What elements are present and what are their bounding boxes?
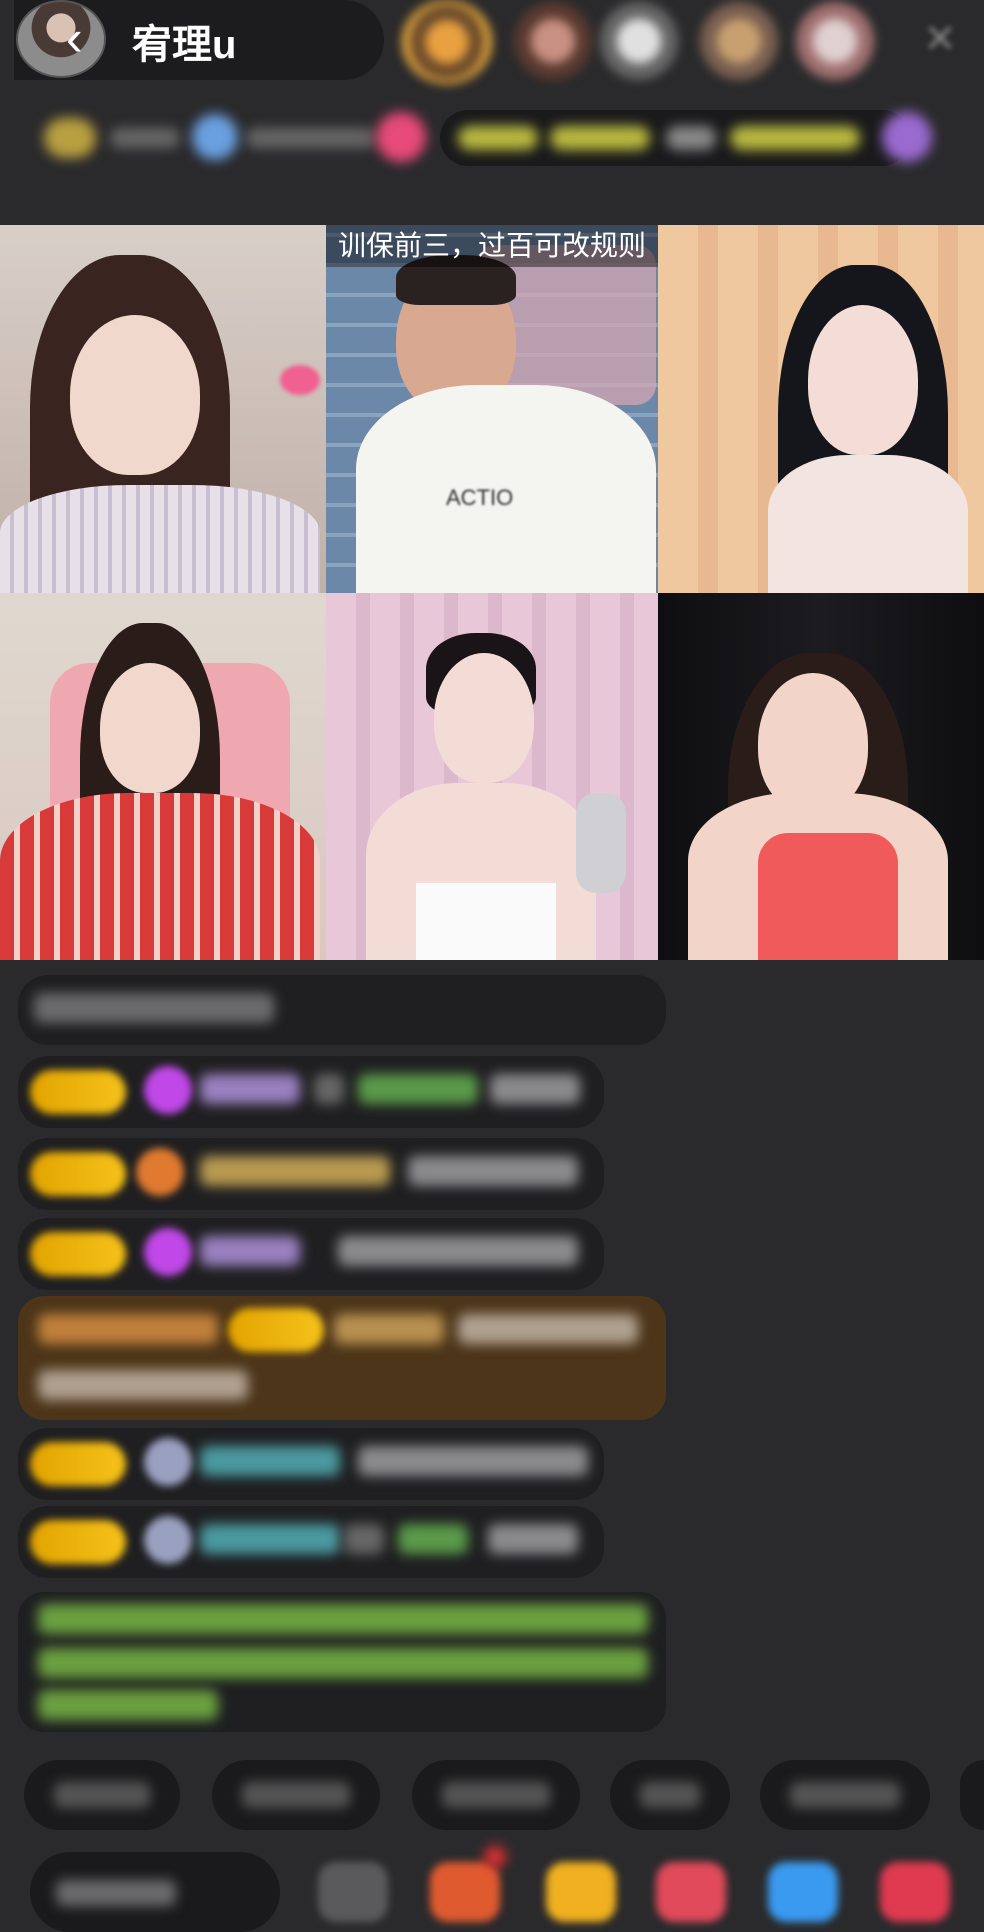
quick-reply-chip[interactable] <box>24 1760 180 1830</box>
audience-avatar[interactable] <box>600 2 678 80</box>
close-icon[interactable]: × <box>910 8 970 68</box>
host-name: 宥理u <box>132 23 237 67</box>
quick-reply-chip[interactable] <box>960 1760 984 1830</box>
multi-guest-video-grid: ACTIO <box>0 225 984 960</box>
chevron-left-icon[interactable]: ‹ <box>66 13 83 63</box>
comment-input[interactable] <box>30 1852 280 1932</box>
chat-message-highlight <box>18 1296 666 1420</box>
ranking-strip[interactable] <box>30 108 950 168</box>
task-label <box>458 126 538 150</box>
host-avatar[interactable] <box>16 0 106 78</box>
task-label <box>550 126 650 150</box>
quick-reply-chip[interactable] <box>760 1760 930 1830</box>
fan-club-icon[interactable] <box>768 1862 838 1922</box>
quick-reply-chip[interactable] <box>212 1760 380 1830</box>
gift-box-icon[interactable] <box>430 1862 500 1922</box>
guest-video-tile[interactable] <box>658 225 984 593</box>
guest-video-tile[interactable]: ACTIO <box>326 225 658 593</box>
audience-avatar[interactable] <box>514 2 592 80</box>
guest-video-tile[interactable] <box>0 225 326 593</box>
task-label <box>730 126 860 150</box>
chat-message <box>18 975 666 1045</box>
audience-avatar[interactable] <box>402 0 492 84</box>
guest-video-tile[interactable] <box>658 593 984 960</box>
guest-video-tile[interactable] <box>326 593 658 960</box>
pk-banner: 训保前三，过百可改规则 <box>326 225 658 267</box>
quick-reply-chip[interactable] <box>610 1760 730 1830</box>
task-label <box>666 126 716 150</box>
notification-dot <box>484 1846 506 1868</box>
game-icon[interactable] <box>656 1862 726 1922</box>
chat-message <box>18 1218 604 1290</box>
gift-icon[interactable] <box>882 112 932 162</box>
chat-message <box>18 1056 604 1128</box>
rank-icon <box>192 114 238 160</box>
audience-avatar[interactable] <box>796 2 874 80</box>
quick-reply-chip[interactable] <box>412 1760 580 1830</box>
chat-message <box>18 1506 604 1578</box>
chat-message <box>18 1138 604 1210</box>
chat-message-system <box>18 1592 666 1732</box>
audience-avatar[interactable] <box>700 2 778 80</box>
share-icon[interactable] <box>318 1862 388 1922</box>
guest-video-tile[interactable] <box>0 593 326 960</box>
rank-text <box>110 128 180 148</box>
chat-message <box>18 1428 604 1500</box>
wish-icon[interactable] <box>546 1862 616 1922</box>
rank-text <box>246 128 376 148</box>
gift-icon[interactable] <box>880 1862 950 1922</box>
heart-icon[interactable] <box>376 112 426 162</box>
rank-badge <box>44 118 96 158</box>
